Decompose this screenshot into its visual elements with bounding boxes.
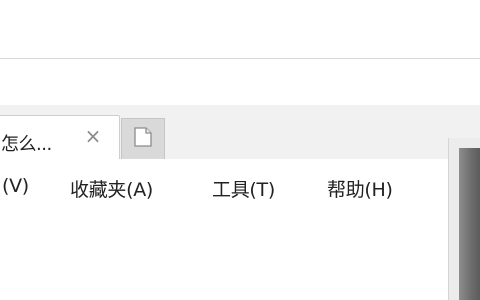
title-area xyxy=(0,0,480,58)
menu-item-view[interactable]: (V) xyxy=(2,175,29,197)
scrollbar-thumb[interactable] xyxy=(459,148,480,300)
menu-item-tools[interactable]: 工具(T) xyxy=(212,175,275,202)
new-tab-button[interactable] xyxy=(121,118,165,159)
tab-title: 怎么... xyxy=(1,134,52,155)
active-tab[interactable]: 怎么... × xyxy=(0,115,120,160)
close-icon[interactable]: × xyxy=(83,126,103,146)
address-bar[interactable] xyxy=(0,58,480,106)
page-content xyxy=(0,209,448,300)
menu-bar: (V) 收藏夹(A) 工具(T) 帮助(H) xyxy=(0,159,448,209)
menu-item-help[interactable]: 帮助(H) xyxy=(327,175,393,202)
menu-item-favorites[interactable]: 收藏夹(A) xyxy=(70,175,153,202)
new-tab-icon xyxy=(132,125,154,153)
vertical-scrollbar[interactable] xyxy=(448,138,480,300)
